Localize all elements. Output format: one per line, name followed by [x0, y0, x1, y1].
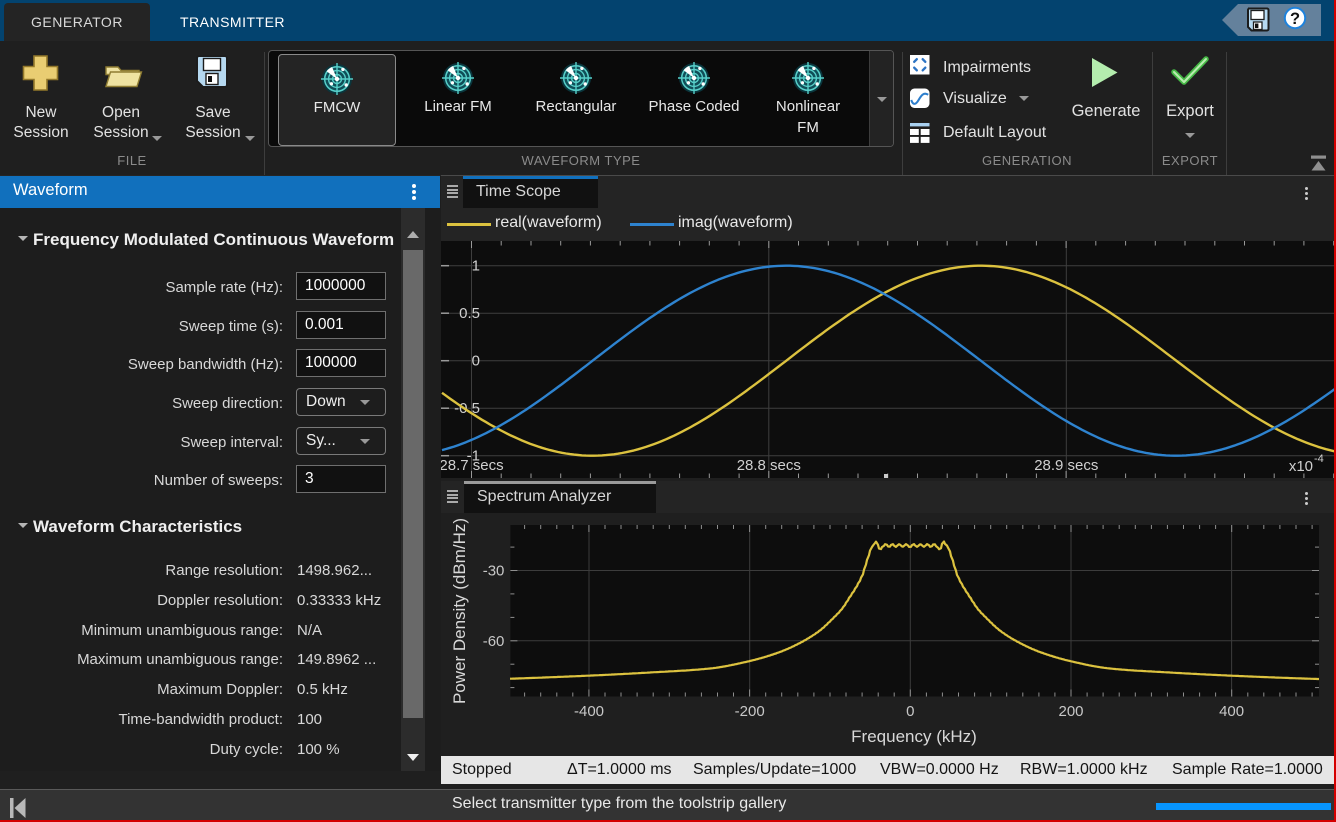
svg-text:-200: -200: [735, 703, 765, 720]
svg-text:-400: -400: [574, 703, 604, 720]
svg-text:28.9 secs: 28.9 secs: [1034, 457, 1098, 474]
svg-text:-30: -30: [483, 563, 505, 580]
svg-text:200: 200: [1058, 703, 1083, 720]
svg-text:?: ?: [1290, 10, 1300, 28]
svg-text:x10: x10: [1289, 458, 1313, 475]
svg-text:0.5: 0.5: [459, 305, 480, 322]
svg-text:1: 1: [472, 258, 480, 275]
svg-text:Frequency (kHz): Frequency (kHz): [851, 727, 977, 746]
svg-text:-60: -60: [483, 633, 505, 650]
svg-text:0: 0: [906, 703, 914, 720]
svg-text:400: 400: [1219, 703, 1244, 720]
svg-text:-4: -4: [1314, 453, 1324, 465]
svg-text:Power Density (dBm/Hz): Power Density (dBm/Hz): [450, 518, 469, 704]
svg-text:28.8 secs: 28.8 secs: [737, 457, 801, 474]
svg-text:28.7 secs: 28.7 secs: [441, 457, 504, 474]
svg-text:0: 0: [472, 353, 480, 370]
